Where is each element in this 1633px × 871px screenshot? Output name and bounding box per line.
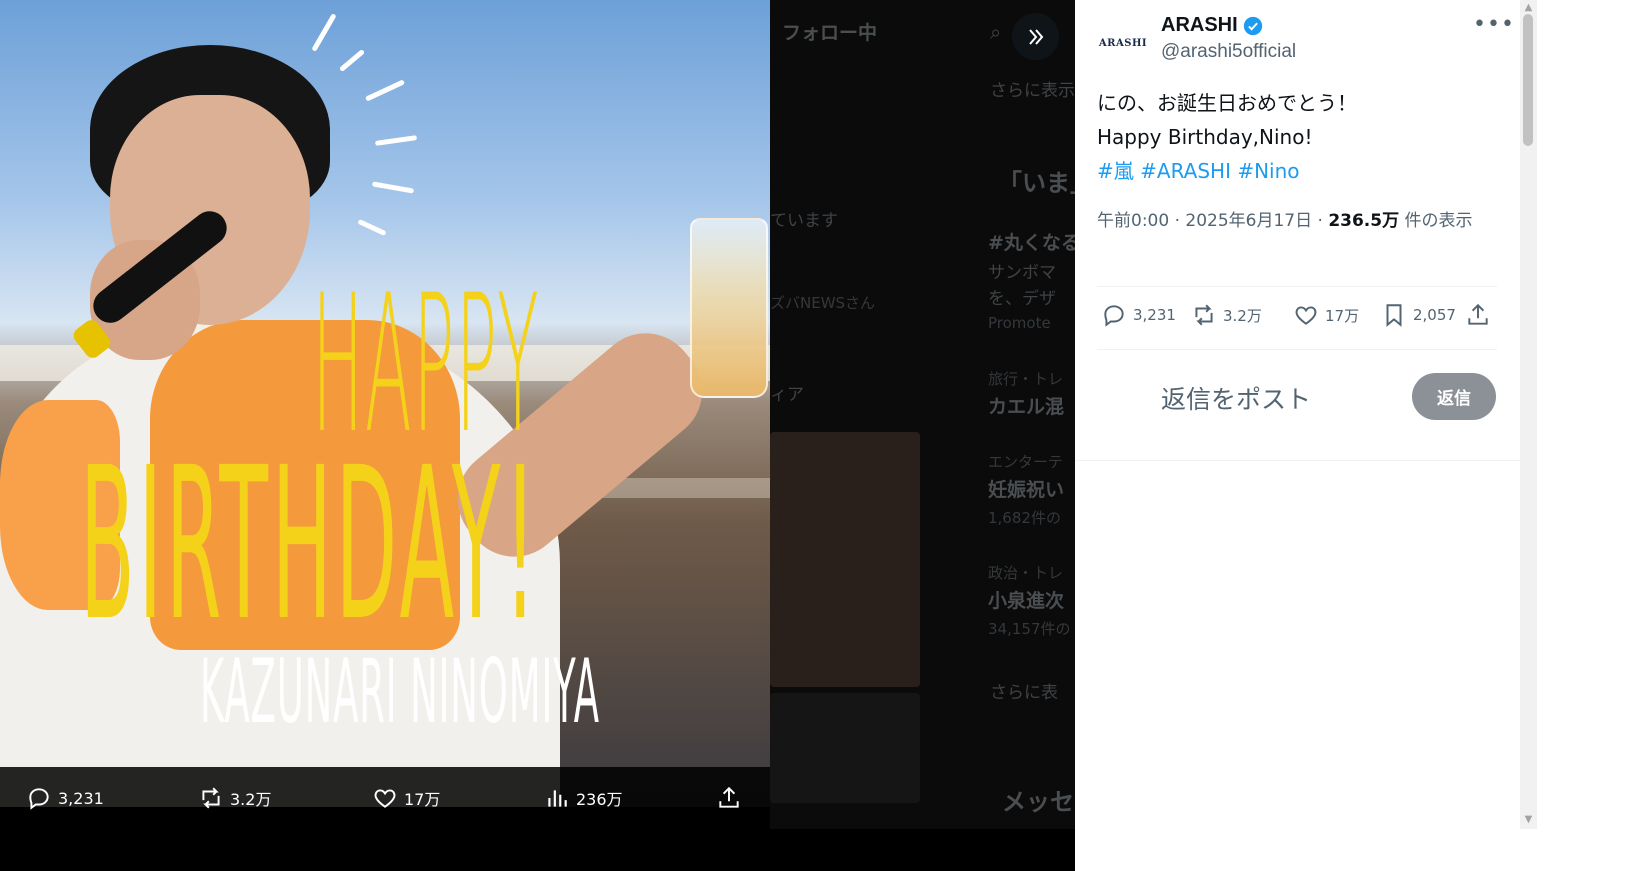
deco-line	[371, 181, 415, 194]
deco-line	[374, 135, 418, 146]
hashtag-link[interactable]: #ARASHI	[1140, 159, 1231, 183]
scrollbar-thumb[interactable]	[1523, 14, 1533, 146]
media-like-button[interactable]: 17万	[372, 785, 440, 811]
trend-line: ています	[770, 211, 838, 231]
like-count: 17万	[1325, 306, 1360, 325]
trend-topic: 小泉進次	[988, 590, 1065, 612]
background-timeline: フォロー中 ⌕ さらに表示 「いま」 ています #丸くなる サンボマ を、デザ …	[770, 0, 1075, 871]
trend-category: エンターテ	[988, 453, 1064, 471]
trend-tag: #丸くなる	[988, 232, 1075, 254]
bottom-strip	[0, 829, 1075, 871]
art-birthday-text: BIRTHDAY!	[80, 422, 541, 667]
user-avatar	[1097, 376, 1149, 428]
tweet-timestamp[interactable]: 午前0:00 · 2025年6月17日 ·	[1097, 211, 1328, 231]
trend-line: を、デザ	[988, 289, 1056, 309]
media-repost-count: 3.2万	[230, 790, 272, 809]
divider	[1075, 460, 1520, 461]
media-image[interactable]: HAPPY BIRTHDAY! KAZUNARI NINOMIYA	[0, 0, 770, 807]
bookmark-icon	[1386, 304, 1402, 327]
media-like-count: 17万	[404, 790, 441, 809]
trend-line: ズバNEWSさん	[770, 294, 876, 312]
author-name-text: ARASHI	[1161, 14, 1238, 36]
photo-beer-glass	[690, 218, 768, 398]
trend-category: 政治・トレ	[988, 564, 1064, 582]
expand-icon	[1028, 28, 1043, 45]
hashtag-row: #嵐 #ARASHI #Nino	[1097, 154, 1357, 188]
trend-image	[770, 432, 920, 687]
author-name[interactable]: ARASHI	[1161, 14, 1264, 37]
promoted-label: Promote	[988, 314, 1051, 332]
media-views-count: 236万	[576, 790, 623, 809]
author-handle[interactable]: @arashi5official	[1161, 41, 1296, 63]
reply-icon	[1104, 305, 1124, 327]
expand-panel-button[interactable]	[1012, 13, 1059, 60]
trend-image	[770, 693, 920, 803]
trend-category: 旅行・トレ	[988, 370, 1064, 388]
trend-count: 1,682件の	[988, 509, 1061, 527]
repost-count: 3.2万	[1223, 306, 1262, 325]
trend-topic: 妊娠祝い	[988, 479, 1065, 501]
deco-line	[311, 13, 337, 52]
trend-count: 34,157件の	[988, 620, 1071, 638]
tweet-view-count: 236.5万	[1328, 211, 1400, 231]
repost-button[interactable]: 3.2万	[1191, 302, 1262, 328]
reply-count: 3,231	[1133, 306, 1176, 324]
art-name-text: KAZUNARI NINOMIYA	[200, 640, 600, 743]
like-icon	[1295, 306, 1317, 325]
reply-submit-button[interactable]: 返信	[1412, 373, 1496, 420]
avatar-logo-text: ARASHI	[1098, 37, 1148, 49]
window-margin	[1075, 829, 1633, 871]
trend-topic: カエル混	[988, 396, 1065, 418]
reply-composer: 返信をポスト 返信	[1075, 360, 1520, 460]
like-icon	[374, 789, 396, 808]
bookmark-button[interactable]: 2,057	[1381, 302, 1456, 328]
search-icon: ⌕	[990, 20, 1002, 44]
messages-label: メッセ	[1002, 788, 1074, 816]
trend-line: ィア	[770, 385, 804, 405]
reply-input[interactable]: 返信をポスト	[1161, 380, 1311, 416]
reply-icon	[29, 788, 49, 810]
section-heading: 「いま」	[998, 169, 1075, 197]
repost-icon	[1195, 304, 1213, 326]
scroll-down-icon[interactable]: ▼	[1523, 814, 1534, 825]
tweet-view-label: 件の表示	[1399, 211, 1473, 231]
media-reply-button[interactable]: 3,231	[26, 785, 104, 811]
bookmark-count: 2,057	[1413, 306, 1456, 324]
tweet-panel: ARASHI ARASHI @arashi5official ••• にの、お誕…	[1075, 0, 1520, 829]
tweet-line: にの、お誕生日おめでとう！	[1097, 91, 1357, 115]
divider	[1097, 286, 1497, 287]
media-action-bar: 3,231 3.2万 17万 236万	[0, 767, 770, 829]
more-icon[interactable]: •••	[1473, 12, 1515, 37]
deco-line	[364, 79, 406, 102]
avatar[interactable]: ARASHI	[1097, 17, 1149, 69]
tab-following: フォロー中	[782, 22, 878, 44]
window-margin	[1537, 0, 1633, 871]
share-icon	[719, 786, 739, 808]
tweet-actions: 3,231 3.2万 17万 2,057	[1097, 302, 1497, 336]
share-button[interactable]	[1465, 302, 1491, 328]
media-reply-count: 3,231	[58, 788, 104, 808]
hashtag-link[interactable]: #Nino	[1237, 159, 1299, 183]
views-icon	[548, 790, 567, 807]
repost-icon	[202, 787, 220, 809]
trend-line: サンボマ	[988, 263, 1056, 283]
media-repost-button[interactable]: 3.2万	[198, 785, 271, 811]
share-icon	[1468, 303, 1488, 325]
media-views-button[interactable]: 236万	[544, 785, 623, 811]
show-more-link: さらに表	[990, 683, 1058, 703]
tweet-meta: 午前0:00 · 2025年6月17日 · 236.5万 件の表示	[1097, 206, 1497, 237]
deco-line	[357, 218, 387, 237]
scroll-up-icon[interactable]: ▲	[1523, 2, 1534, 13]
like-button[interactable]: 17万	[1293, 302, 1359, 328]
tweet-line: Happy Birthday,Nino!	[1097, 125, 1313, 149]
deco-line	[338, 48, 366, 73]
verified-icon	[1243, 16, 1262, 35]
hashtag-link[interactable]: #嵐	[1097, 159, 1134, 183]
divider	[1097, 349, 1497, 350]
show-more-link: さらに表示	[990, 81, 1075, 101]
media-share-button[interactable]	[716, 785, 742, 811]
reply-button[interactable]: 3,231	[1101, 302, 1176, 328]
tweet-text: にの、お誕生日おめでとう！ Happy Birthday,Nino! #嵐 #A…	[1097, 86, 1357, 188]
